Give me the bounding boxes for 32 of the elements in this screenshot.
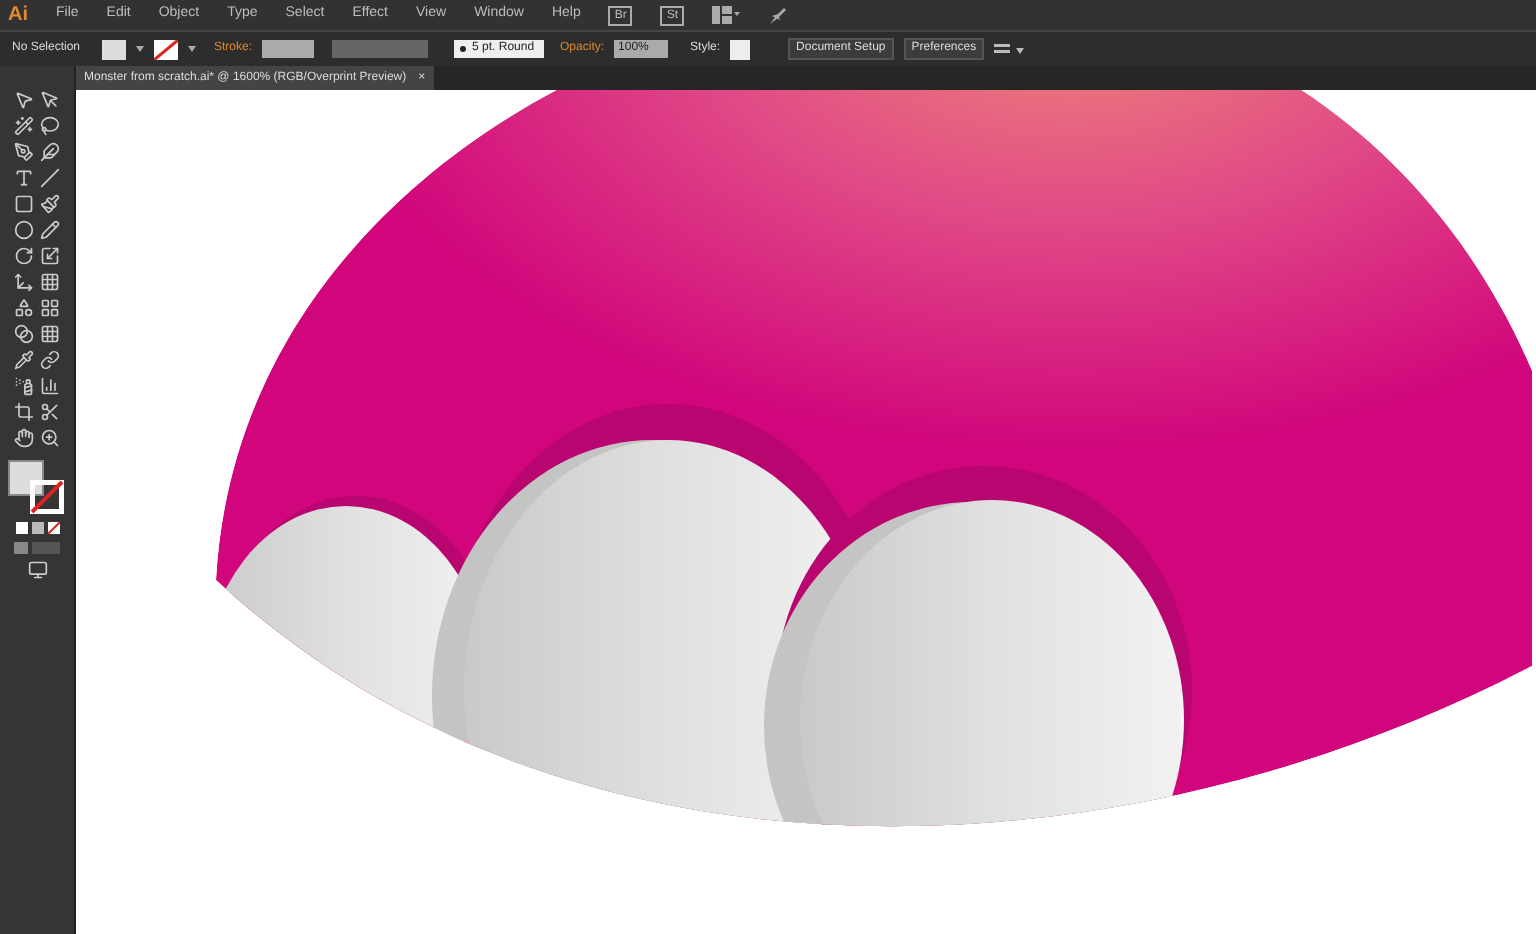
rectangle-icon[interactable] (14, 194, 34, 214)
scale-icon[interactable] (40, 246, 60, 266)
stroke-weight-field[interactable] (262, 40, 315, 58)
selection-arrow-icon[interactable] (14, 90, 34, 110)
zoom-icon[interactable] (40, 428, 60, 448)
fill-color-swatch[interactable] (7, 460, 43, 496)
pen-icon[interactable] (14, 142, 34, 162)
rotate-icon[interactable] (14, 246, 34, 266)
pencil-icon[interactable] (40, 220, 60, 240)
hand-icon[interactable] (14, 428, 34, 448)
rocket-icon[interactable] (768, 5, 789, 25)
line-icon[interactable] (40, 168, 60, 188)
gradient-mode-swatch[interactable] (31, 522, 43, 534)
fill-swatch[interactable] (102, 39, 126, 59)
type-icon[interactable] (14, 168, 34, 188)
magic-wand-icon[interactable] (14, 116, 34, 136)
eyedropper-icon[interactable] (14, 350, 34, 370)
panel-options-icon[interactable] (994, 41, 1027, 57)
direct-selection-arrow-icon[interactable] (40, 90, 60, 110)
style-swatch[interactable] (730, 39, 751, 59)
lasso-icon[interactable] (40, 116, 60, 136)
graph-icon[interactable] (40, 376, 60, 396)
caret-icon[interactable] (188, 46, 196, 52)
screen-mode-icon[interactable] (27, 560, 47, 580)
stroke-none-swatch[interactable] (154, 39, 178, 59)
app-logo: Ai (8, 2, 28, 30)
stroke-none-swatch[interactable] (29, 480, 63, 514)
color-mode-swatch[interactable] (15, 522, 27, 534)
workspace-layout-icon[interactable] (712, 6, 741, 24)
none-mode-icon[interactable] (47, 522, 59, 534)
caret-icon[interactable] (136, 46, 144, 52)
paintbrush-icon[interactable] (40, 194, 60, 214)
